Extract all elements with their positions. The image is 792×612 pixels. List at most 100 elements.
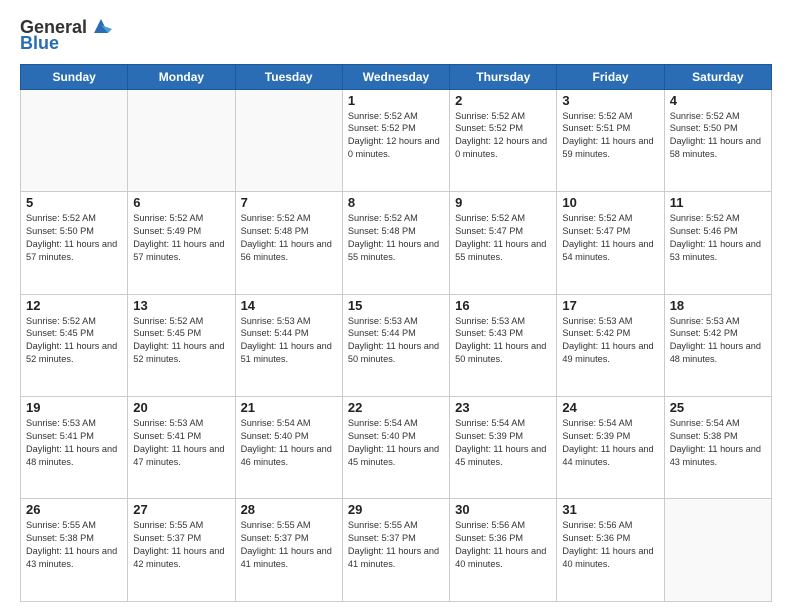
day-number: 11 — [670, 195, 766, 210]
day-info: Sunrise: 5:55 AMSunset: 5:37 PMDaylight:… — [348, 519, 444, 571]
day-info: Sunrise: 5:52 AMSunset: 5:48 PMDaylight:… — [348, 212, 444, 264]
calendar-cell: 24Sunrise: 5:54 AMSunset: 5:39 PMDayligh… — [557, 397, 664, 499]
day-info: Sunrise: 5:55 AMSunset: 5:38 PMDaylight:… — [26, 519, 122, 571]
day-number: 22 — [348, 400, 444, 415]
day-info: Sunrise: 5:54 AMSunset: 5:40 PMDaylight:… — [241, 417, 337, 469]
day-info: Sunrise: 5:52 AMSunset: 5:45 PMDaylight:… — [26, 315, 122, 367]
day-number: 29 — [348, 502, 444, 517]
day-number: 12 — [26, 298, 122, 313]
calendar-cell: 1 Sunrise: 5:52 AMSunset: 5:52 PMDaylight… — [342, 89, 449, 191]
day-info: Sunrise: 5:55 AMSunset: 5:37 PMDaylight:… — [133, 519, 229, 571]
calendar-cell: 28 Sunrise: 5:55 AMSunset: 5:37 PMDayligh… — [235, 499, 342, 602]
day-info: Sunrise: 5:56 AMSunset: 5:36 PMDaylight:… — [562, 519, 658, 571]
weekday-header-sunday: Sunday — [21, 64, 128, 89]
calendar-cell: 21 Sunrise: 5:54 AMSunset: 5:40 PMDayligh… — [235, 397, 342, 499]
calendar-cell: 5 Sunrise: 5:52 AMSunset: 5:50 PMDaylight… — [21, 192, 128, 294]
calendar-week-row: 5 Sunrise: 5:52 AMSunset: 5:50 PMDaylight… — [21, 192, 772, 294]
day-info: Sunrise: 5:52 AMSunset: 5:47 PMDaylight:… — [455, 212, 551, 264]
calendar-cell — [664, 499, 771, 602]
day-number: 10 — [562, 195, 658, 210]
calendar-cell: 10 Sunrise: 5:52 AMSunset: 5:47 PMDayligh… — [557, 192, 664, 294]
day-number: 18 — [670, 298, 766, 313]
day-number: 30 — [455, 502, 551, 517]
weekday-header-tuesday: Tuesday — [235, 64, 342, 89]
day-info: Sunrise: 5:52 AMSunset: 5:49 PMDaylight:… — [133, 212, 229, 264]
day-number: 23 — [455, 400, 551, 415]
day-number: 28 — [241, 502, 337, 517]
day-number: 21 — [241, 400, 337, 415]
day-info: Sunrise: 5:52 AMSunset: 5:45 PMDaylight:… — [133, 315, 229, 367]
day-info: Sunrise: 5:56 AMSunset: 5:36 PMDaylight:… — [455, 519, 551, 571]
calendar-cell: 25Sunrise: 5:54 AMSunset: 5:38 PMDayligh… — [664, 397, 771, 499]
day-number: 15 — [348, 298, 444, 313]
day-number: 4 — [670, 93, 766, 108]
calendar-cell: 30 Sunrise: 5:56 AMSunset: 5:36 PMDayligh… — [450, 499, 557, 602]
weekday-header-saturday: Saturday — [664, 64, 771, 89]
day-info: Sunrise: 5:53 AMSunset: 5:41 PMDaylight:… — [133, 417, 229, 469]
logo: General Blue — [20, 18, 112, 54]
day-number: 16 — [455, 298, 551, 313]
day-info: Sunrise: 5:52 AMSunset: 5:52 PMDaylight:… — [348, 110, 444, 162]
calendar-cell: 11 Sunrise: 5:52 AMSunset: 5:46 PMDayligh… — [664, 192, 771, 294]
day-number: 25 — [670, 400, 766, 415]
weekday-header-friday: Friday — [557, 64, 664, 89]
weekday-header-monday: Monday — [128, 64, 235, 89]
day-info: Sunrise: 5:53 AMSunset: 5:43 PMDaylight:… — [455, 315, 551, 367]
calendar-cell — [21, 89, 128, 191]
calendar-week-row: 19 Sunrise: 5:53 AMSunset: 5:41 PMDayligh… — [21, 397, 772, 499]
page: General Blue SundayMondayTuesdayWednesda… — [0, 0, 792, 612]
day-number: 7 — [241, 195, 337, 210]
calendar-cell: 18 Sunrise: 5:53 AMSunset: 5:42 PMDayligh… — [664, 294, 771, 396]
day-info: Sunrise: 5:55 AMSunset: 5:37 PMDaylight:… — [241, 519, 337, 571]
calendar-cell: 8 Sunrise: 5:52 AMSunset: 5:48 PMDaylight… — [342, 192, 449, 294]
day-number: 27 — [133, 502, 229, 517]
day-number: 14 — [241, 298, 337, 313]
day-number: 19 — [26, 400, 122, 415]
day-number: 31 — [562, 502, 658, 517]
calendar-cell: 17Sunrise: 5:53 AMSunset: 5:42 PMDayligh… — [557, 294, 664, 396]
day-number: 13 — [133, 298, 229, 313]
day-info: Sunrise: 5:52 AMSunset: 5:46 PMDaylight:… — [670, 212, 766, 264]
day-info: Sunrise: 5:53 AMSunset: 5:44 PMDaylight:… — [348, 315, 444, 367]
day-number: 24 — [562, 400, 658, 415]
day-info: Sunrise: 5:52 AMSunset: 5:51 PMDaylight:… — [562, 110, 658, 162]
day-number: 20 — [133, 400, 229, 415]
calendar-week-row: 1 Sunrise: 5:52 AMSunset: 5:52 PMDaylight… — [21, 89, 772, 191]
weekday-header-row: SundayMondayTuesdayWednesdayThursdayFrid… — [21, 64, 772, 89]
day-info: Sunrise: 5:53 AMSunset: 5:44 PMDaylight:… — [241, 315, 337, 367]
day-number: 9 — [455, 195, 551, 210]
day-info: Sunrise: 5:52 AMSunset: 5:50 PMDaylight:… — [26, 212, 122, 264]
day-info: Sunrise: 5:54 AMSunset: 5:40 PMDaylight:… — [348, 417, 444, 469]
logo-text-blue: Blue — [20, 34, 59, 54]
calendar-cell: 6 Sunrise: 5:52 AMSunset: 5:49 PMDaylight… — [128, 192, 235, 294]
calendar-cell: 27 Sunrise: 5:55 AMSunset: 5:37 PMDayligh… — [128, 499, 235, 602]
weekday-header-thursday: Thursday — [450, 64, 557, 89]
calendar-cell: 26Sunrise: 5:55 AMSunset: 5:38 PMDayligh… — [21, 499, 128, 602]
calendar-cell: 20 Sunrise: 5:53 AMSunset: 5:41 PMDayligh… — [128, 397, 235, 499]
calendar-cell — [235, 89, 342, 191]
calendar-week-row: 26Sunrise: 5:55 AMSunset: 5:38 PMDayligh… — [21, 499, 772, 602]
calendar-cell — [128, 89, 235, 191]
calendar-cell: 13 Sunrise: 5:52 AMSunset: 5:45 PMDayligh… — [128, 294, 235, 396]
day-info: Sunrise: 5:52 AMSunset: 5:47 PMDaylight:… — [562, 212, 658, 264]
calendar-week-row: 12 Sunrise: 5:52 AMSunset: 5:45 PMDayligh… — [21, 294, 772, 396]
day-number: 1 — [348, 93, 444, 108]
calendar-cell: 29 Sunrise: 5:55 AMSunset: 5:37 PMDayligh… — [342, 499, 449, 602]
calendar-cell: 19Sunrise: 5:53 AMSunset: 5:41 PMDayligh… — [21, 397, 128, 499]
logo-icon — [90, 15, 112, 37]
calendar-cell: 23 Sunrise: 5:54 AMSunset: 5:39 PMDayligh… — [450, 397, 557, 499]
day-number: 17 — [562, 298, 658, 313]
day-number: 8 — [348, 195, 444, 210]
calendar-cell: 12 Sunrise: 5:52 AMSunset: 5:45 PMDayligh… — [21, 294, 128, 396]
calendar-cell: 14 Sunrise: 5:53 AMSunset: 5:44 PMDayligh… — [235, 294, 342, 396]
day-info: Sunrise: 5:54 AMSunset: 5:39 PMDaylight:… — [455, 417, 551, 469]
calendar-cell: 31 Sunrise: 5:56 AMSunset: 5:36 PMDayligh… — [557, 499, 664, 602]
calendar-cell: 9 Sunrise: 5:52 AMSunset: 5:47 PMDaylight… — [450, 192, 557, 294]
calendar-cell: 22 Sunrise: 5:54 AMSunset: 5:40 PMDayligh… — [342, 397, 449, 499]
day-number: 5 — [26, 195, 122, 210]
day-info: Sunrise: 5:53 AMSunset: 5:42 PMDaylight:… — [670, 315, 766, 367]
calendar-cell: 2Sunrise: 5:52 AMSunset: 5:52 PMDaylight… — [450, 89, 557, 191]
day-number: 3 — [562, 93, 658, 108]
day-number: 6 — [133, 195, 229, 210]
weekday-header-wednesday: Wednesday — [342, 64, 449, 89]
